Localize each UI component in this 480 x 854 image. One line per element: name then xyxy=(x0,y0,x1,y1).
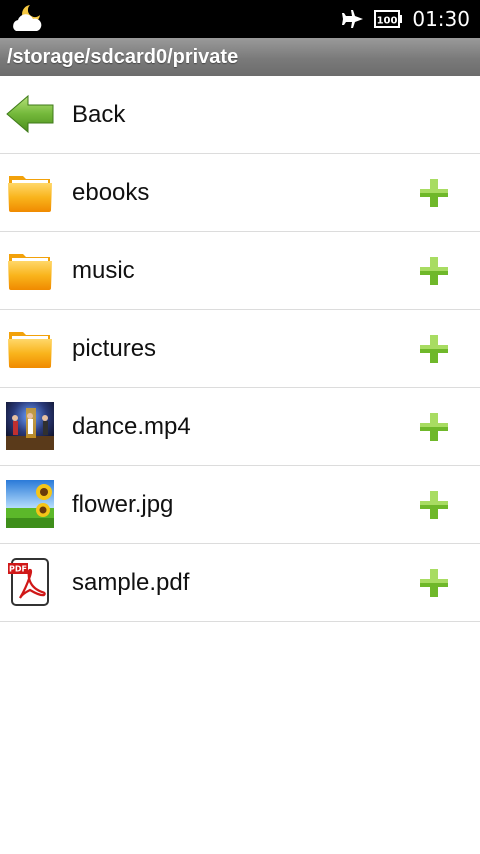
list-item-label: dance.mp4 xyxy=(72,412,191,440)
add-plus-icon[interactable] xyxy=(420,413,448,441)
battery-level-text: 100 xyxy=(377,16,398,27)
image-thumbnail-icon xyxy=(6,480,54,528)
video-thumbnail-icon xyxy=(6,402,54,450)
list-item-ebooks[interactable]: ebooks xyxy=(0,154,480,232)
status-time: 01:30 xyxy=(412,7,470,31)
list-item-pictures[interactable]: pictures xyxy=(0,310,480,388)
list-item-label: ebooks xyxy=(72,178,150,206)
add-plus-icon[interactable] xyxy=(420,569,448,597)
list-item-flower-jpg[interactable]: flower.jpg xyxy=(0,466,480,544)
folder-icon xyxy=(8,332,52,368)
list-item-sample-pdf[interactable]: PDF sample.pdf xyxy=(0,544,480,622)
list-item-label: flower.jpg xyxy=(72,490,174,518)
pdf-file-icon: PDF xyxy=(8,558,49,606)
list-item-label: sample.pdf xyxy=(72,568,190,596)
back-label: Back xyxy=(72,100,126,128)
list-item-dance-mp4[interactable]: dance.mp4 xyxy=(0,388,480,466)
airplane-mode-icon xyxy=(342,10,364,28)
add-plus-icon[interactable] xyxy=(420,257,448,285)
current-path-bar: /storage/sdcard0/private xyxy=(0,38,480,76)
folder-icon xyxy=(8,254,52,290)
add-plus-icon[interactable] xyxy=(420,179,448,207)
folder-icon xyxy=(8,176,52,212)
pdf-badge-text: PDF xyxy=(9,565,27,574)
battery-icon: 100 xyxy=(374,10,403,28)
weather-cloud-moon-icon xyxy=(13,5,42,32)
status-bar: 100 01:30 xyxy=(0,0,480,38)
list-item-label: pictures xyxy=(72,334,157,362)
list-item-label: music xyxy=(72,256,135,284)
back-row[interactable]: Back xyxy=(0,76,480,154)
list-item-music[interactable]: music xyxy=(0,232,480,310)
add-plus-icon[interactable] xyxy=(420,335,448,363)
file-list: Back ebooks music pictures dance.mp4 flo… xyxy=(0,76,480,622)
add-plus-icon[interactable] xyxy=(420,491,448,519)
back-arrow-icon xyxy=(6,94,54,134)
